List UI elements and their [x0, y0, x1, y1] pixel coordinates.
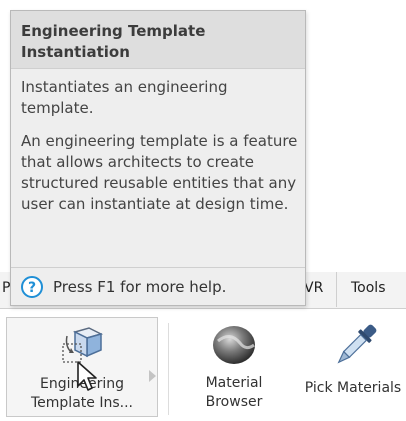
tooltip-details: An engineering template is a feature tha…: [21, 132, 298, 213]
tooltip: Engineering Template Instantiation Insta…: [10, 10, 306, 306]
svg-text:?: ?: [28, 280, 36, 296]
ribbon-separator: [168, 323, 169, 415]
eyedropper-icon: [332, 319, 378, 373]
pick-materials-label: Pick Materials: [304, 380, 402, 396]
material-browser-label: Material Browser: [205, 375, 263, 410]
tooltip-body: Instantiates an engineering template. An…: [21, 77, 299, 227]
pick-materials-button[interactable]: Pick Materials: [300, 317, 406, 421]
material-browser-button[interactable]: Material Browser: [180, 317, 288, 421]
tab-tools[interactable]: Tools: [336, 272, 406, 307]
tooltip-footer: ? Press F1 for more help.: [11, 267, 305, 305]
split-arrow-icon[interactable]: [149, 370, 156, 382]
material-sphere-icon: [210, 323, 258, 367]
help-icon[interactable]: ?: [21, 276, 43, 298]
help-text: Press F1 for more help.: [53, 278, 227, 296]
tooltip-description: Instantiates an engineering template.: [21, 78, 228, 117]
mouse-pointer-icon: [76, 360, 102, 394]
ribbon-panel: Engineering Template Ins... Material Bro…: [0, 309, 406, 421]
application-window: P VR Tools Engineering Template Ins... M…: [0, 0, 406, 421]
tab-vr[interactable]: VR: [304, 280, 323, 296]
tooltip-title: Engineering Template Instantiation: [11, 11, 305, 69]
